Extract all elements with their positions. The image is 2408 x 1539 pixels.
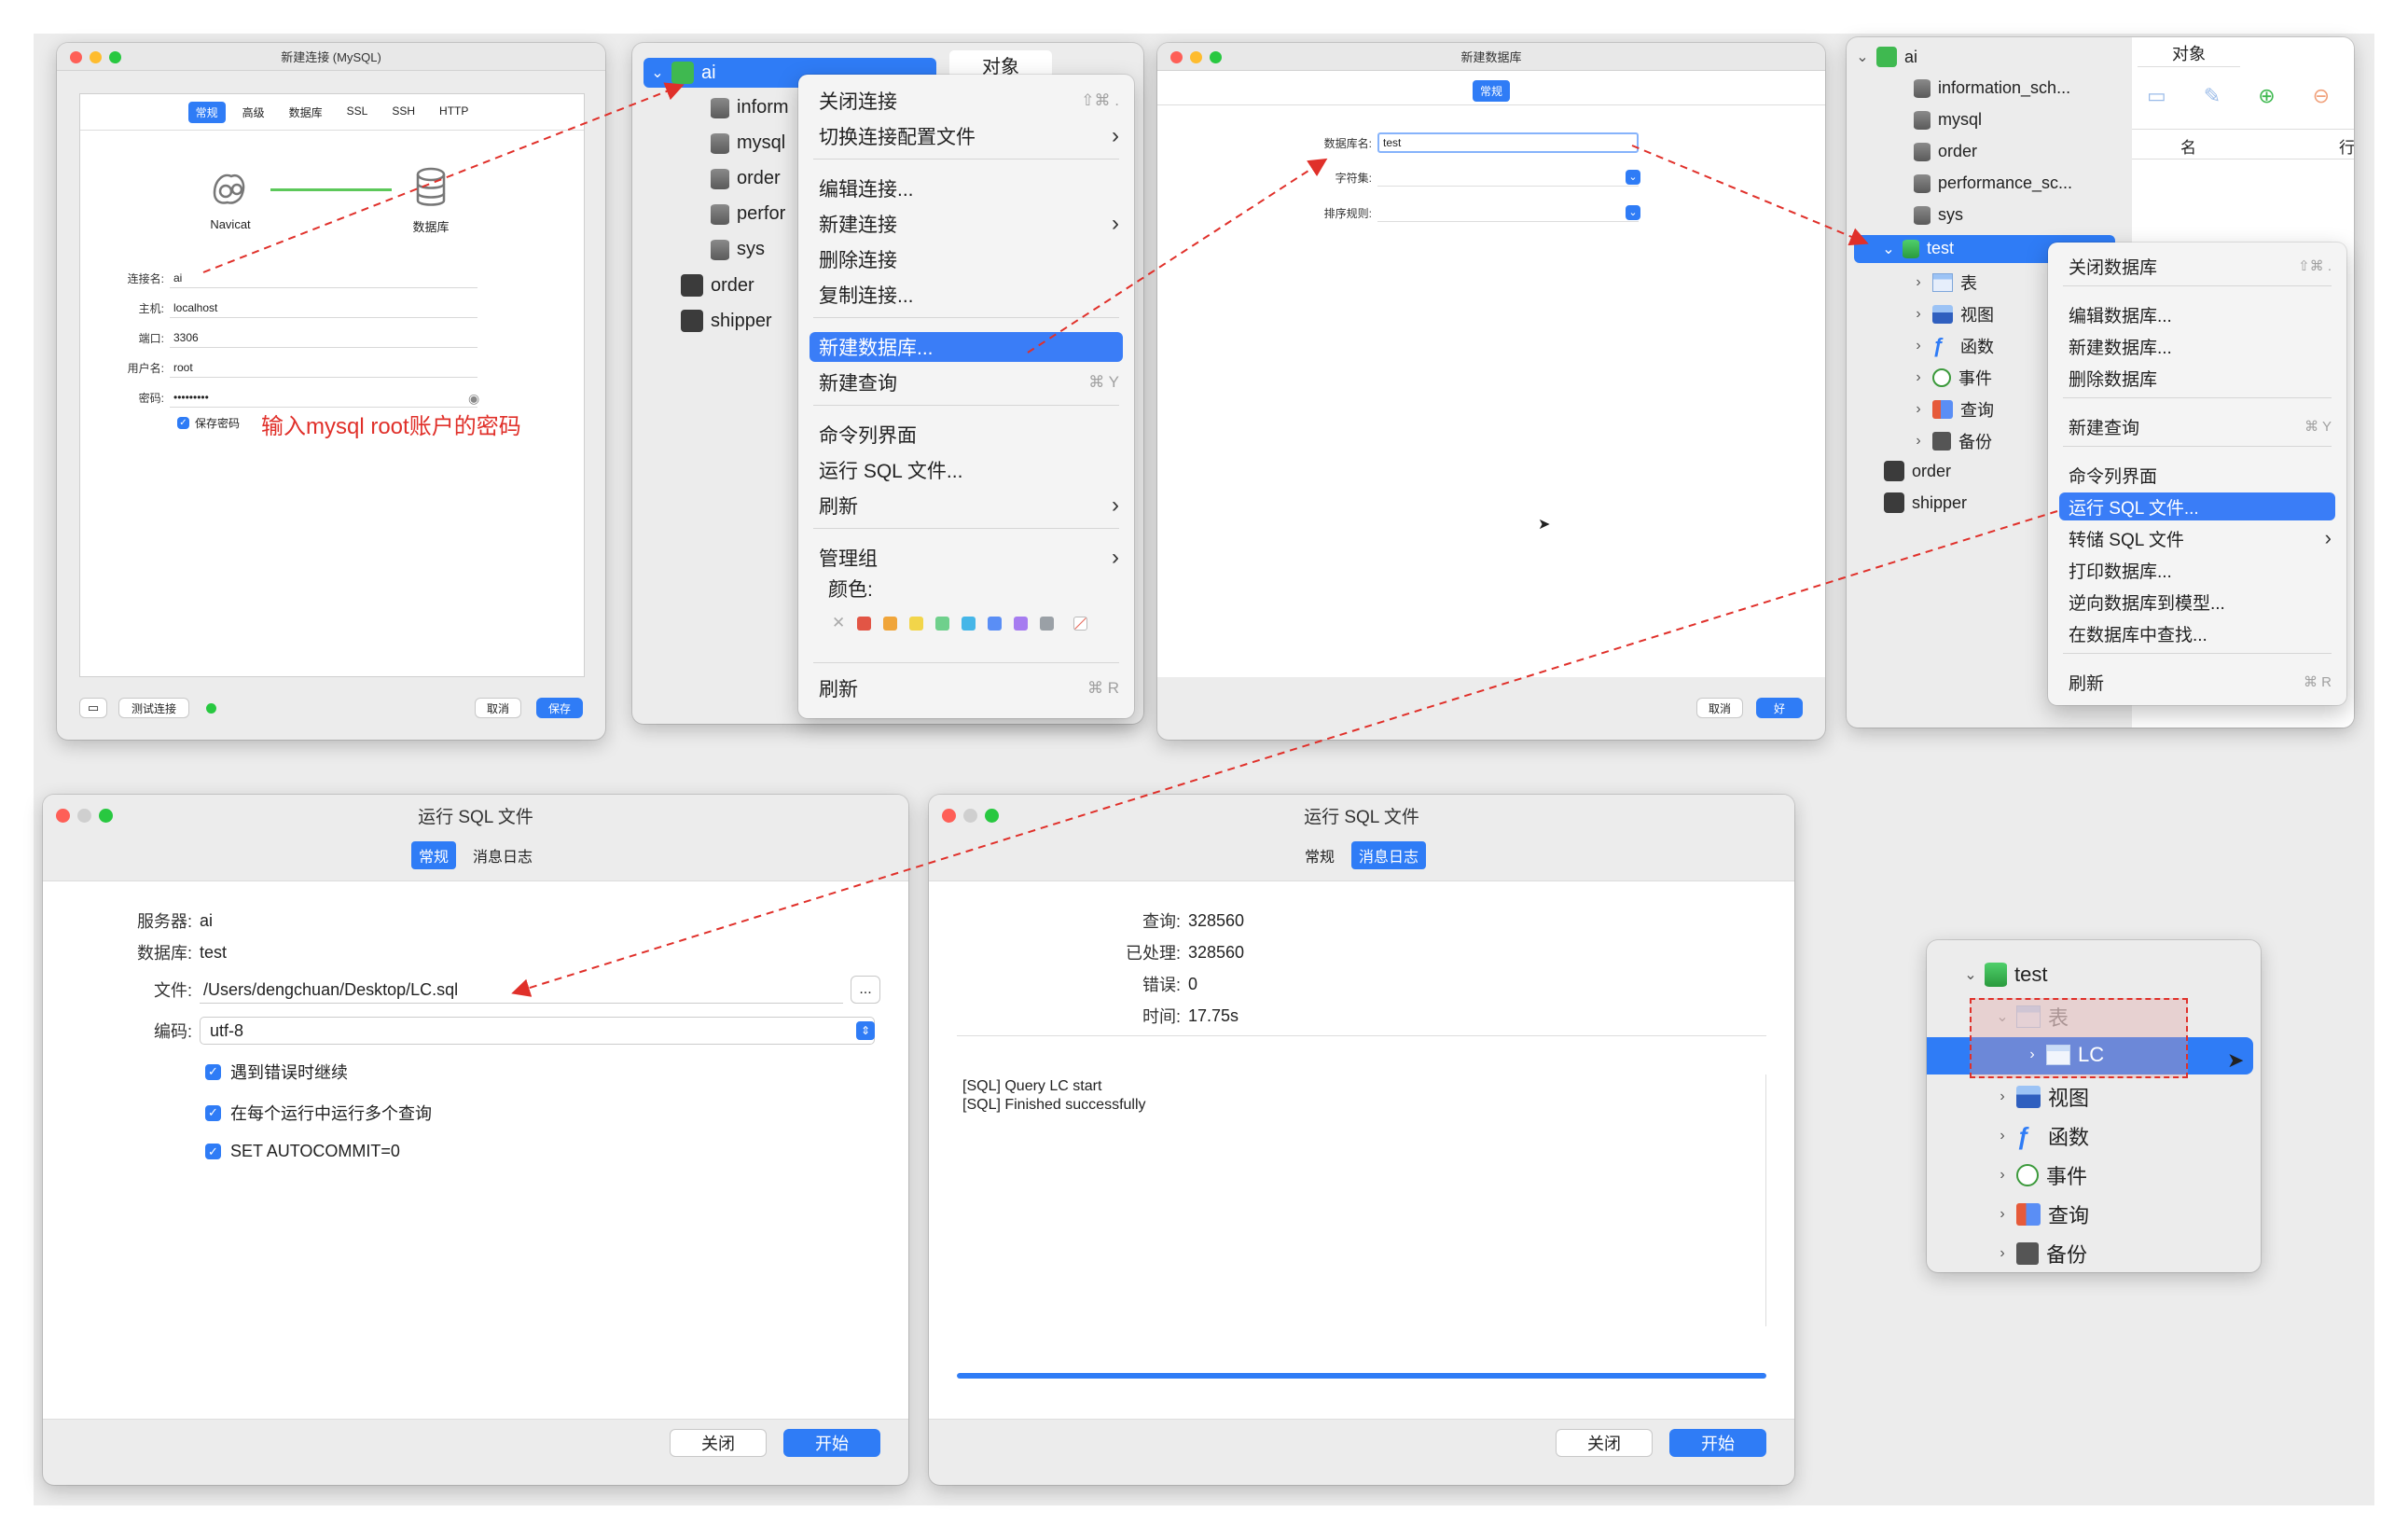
flow-arrows (202, 82, 2058, 997)
arrow (202, 82, 685, 273)
arrow (511, 510, 2058, 997)
arrow (1027, 158, 1328, 354)
arrow (1631, 145, 1869, 246)
